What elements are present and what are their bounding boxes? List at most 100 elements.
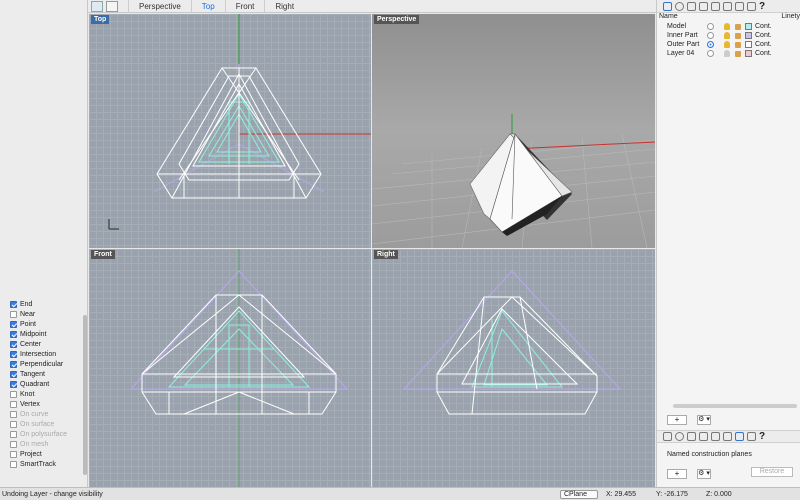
lock-icon[interactable] — [735, 41, 741, 48]
osnap-item[interactable]: Center — [10, 339, 67, 349]
add-layer-button[interactable]: + — [667, 415, 687, 425]
render-icon[interactable] — [699, 432, 708, 441]
current-layer-radio[interactable] — [707, 41, 714, 48]
cplane-selector[interactable]: CPlane — [560, 489, 598, 499]
layer-linetype[interactable]: Cont. — [755, 50, 772, 57]
layer-row[interactable]: Inner Part Cont. — [657, 31, 800, 40]
layers-icon[interactable] — [663, 1, 672, 11]
layer-linetype[interactable]: Cont. — [755, 32, 772, 39]
cplane-icon[interactable] — [735, 432, 744, 441]
tab-perspective[interactable]: Perspective — [128, 0, 191, 13]
lightbulb-icon[interactable] — [724, 50, 730, 57]
layer-row[interactable]: Layer 04 Cont. — [657, 49, 800, 58]
osnap-checkbox[interactable] — [10, 340, 17, 348]
osnap-checkbox[interactable] — [10, 320, 17, 328]
viewport-top[interactable]: Top — [89, 14, 371, 248]
osnap-item[interactable]: Intersection — [10, 349, 67, 359]
osnap-item[interactable]: SmartTrack — [10, 459, 67, 469]
osnap-item[interactable]: Midpoint — [10, 329, 67, 339]
osnap-checkbox[interactable] — [10, 460, 17, 468]
osnap-item[interactable]: Near — [10, 309, 67, 319]
osnap-checkbox[interactable] — [10, 310, 17, 318]
layer-linetype[interactable]: Cont. — [755, 41, 772, 48]
tab-top[interactable]: Top — [190, 0, 225, 13]
osnap-item[interactable]: Perpendicular — [10, 359, 67, 369]
layer-color-swatch[interactable] — [745, 41, 752, 48]
osnap-checkbox[interactable] — [10, 450, 17, 458]
lightbulb-icon[interactable] — [724, 32, 730, 39]
osnap-checkbox[interactable] — [10, 300, 17, 308]
osnap-item[interactable]: End — [10, 299, 67, 309]
osnap-checkbox[interactable] — [10, 360, 17, 368]
monitor-icon[interactable] — [747, 1, 756, 11]
current-layer-radio[interactable] — [707, 32, 714, 39]
layer-color-swatch[interactable] — [745, 32, 752, 39]
layer-color-swatch[interactable] — [745, 23, 752, 30]
help-icon[interactable]: ? — [759, 432, 768, 442]
layer-options-button[interactable]: ⚙ ▾ — [697, 415, 711, 425]
layers-icon[interactable] — [663, 432, 672, 441]
osnap-checkbox[interactable] — [10, 400, 17, 408]
viewport-perspective[interactable]: Perspective — [372, 14, 655, 248]
osnap-item[interactable]: On polysurface — [10, 429, 67, 439]
osnap-label: End — [20, 300, 33, 308]
lock-icon[interactable] — [735, 32, 741, 39]
viewport-label-right[interactable]: Right — [374, 250, 398, 259]
materials-icon[interactable] — [687, 432, 696, 441]
properties-icon[interactable] — [675, 1, 684, 11]
osnap-item[interactable]: Vertex — [10, 399, 67, 409]
help-icon[interactable]: ? — [759, 1, 768, 11]
osnap-item[interactable]: Tangent — [10, 369, 67, 379]
cplane-options-button[interactable]: ⚙ ▾ — [697, 469, 711, 479]
viewport-front[interactable]: Front — [89, 249, 371, 487]
four-viewports-icon[interactable] — [91, 0, 103, 12]
lightbulb-icon[interactable] — [724, 23, 730, 30]
tab-front[interactable]: Front — [224, 0, 265, 13]
osnap-item[interactable]: On mesh — [10, 439, 67, 449]
camera-icon[interactable] — [711, 432, 720, 441]
display-icon[interactable] — [735, 1, 744, 11]
layer-color-swatch[interactable] — [745, 50, 752, 57]
osnap-checkbox[interactable] — [10, 390, 17, 398]
restore-button[interactable]: Restore — [751, 467, 793, 477]
left-panel-scrollbar[interactable] — [83, 315, 87, 475]
osnap-checkbox[interactable] — [10, 330, 17, 338]
osnap-checkbox[interactable] — [10, 370, 17, 378]
light-icon[interactable] — [723, 1, 732, 11]
lightbulb-icon[interactable] — [724, 41, 730, 48]
osnap-item[interactable]: Point — [10, 319, 67, 329]
current-layer-radio[interactable] — [707, 23, 714, 30]
osnap-item[interactable]: Knot — [10, 389, 67, 399]
light-icon[interactable] — [723, 432, 732, 441]
viewport-right[interactable]: Right — [372, 249, 655, 487]
current-layer-radio[interactable] — [707, 50, 714, 57]
single-viewport-icon[interactable] — [106, 0, 118, 12]
osnap-item[interactable]: Quadrant — [10, 379, 67, 389]
osnap-checkbox[interactable] — [10, 430, 17, 438]
layers-scrollbar[interactable] — [673, 404, 797, 408]
monitor-icon[interactable] — [747, 432, 756, 441]
lock-icon[interactable] — [735, 23, 741, 30]
render-icon[interactable] — [699, 1, 708, 11]
materials-icon[interactable] — [687, 1, 696, 11]
add-cplane-button[interactable]: + — [667, 469, 687, 479]
viewport-label-perspective[interactable]: Perspective — [374, 15, 420, 24]
layer-row[interactable]: Model Cont. — [657, 22, 800, 31]
osnap-checkbox[interactable] — [10, 380, 17, 388]
layer-row[interactable]: Outer Part Cont. — [657, 40, 800, 49]
osnap-item[interactable]: Project — [10, 449, 67, 459]
osnap-item[interactable]: On surface — [10, 419, 67, 429]
osnap-checkbox[interactable] — [10, 420, 17, 428]
osnap-checkbox[interactable] — [10, 410, 17, 418]
osnap-checkbox[interactable] — [10, 350, 17, 358]
viewport-label-top[interactable]: Top — [91, 15, 110, 24]
viewport-label-front[interactable]: Front — [91, 250, 115, 259]
properties-icon[interactable] — [675, 432, 684, 441]
osnap-item[interactable]: On curve — [10, 409, 67, 419]
lock-icon[interactable] — [735, 50, 741, 57]
layer-linetype[interactable]: Cont. — [755, 23, 772, 30]
camera-icon[interactable] — [711, 1, 720, 11]
tab-right[interactable]: Right — [264, 0, 304, 13]
osnap-checkbox[interactable] — [10, 440, 17, 448]
right-view-wireframe — [402, 270, 622, 415]
